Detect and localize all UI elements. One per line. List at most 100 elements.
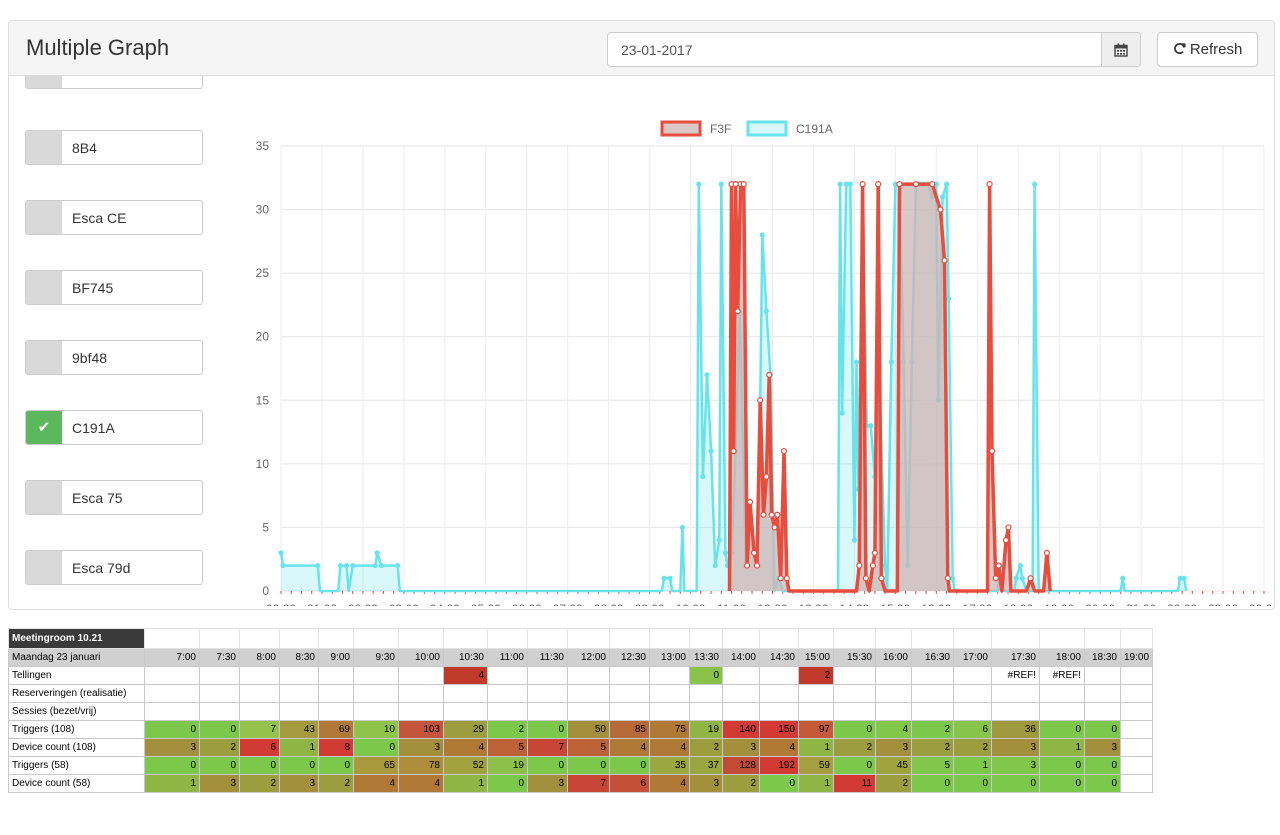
sheet-cell: 16:30: [911, 648, 954, 667]
checkmark-icon[interactable]: ✔: [26, 411, 62, 444]
sheet-cell: [722, 666, 760, 685]
data-point: [679, 524, 685, 531]
data-point: [378, 562, 384, 569]
sheet-cell: 4: [875, 720, 912, 739]
sheet-cell: 2: [689, 738, 723, 757]
sheet-cell: 12:30: [609, 648, 650, 667]
x-tick-label: 13:00: [798, 602, 828, 606]
sheet-cell: [144, 666, 200, 685]
data-point: [1027, 575, 1034, 582]
sheet-cell: Device count (108): [8, 738, 145, 757]
device-label: C191A: [72, 420, 115, 436]
data-point: [878, 575, 885, 582]
sheet-cell: [199, 702, 240, 721]
data-point: [750, 549, 758, 556]
sheet-cell: 128: [722, 756, 760, 775]
sheet-cell: 0: [759, 774, 799, 793]
legend-label: F3F: [710, 122, 731, 136]
sheet-cell: 85: [609, 720, 650, 739]
legend-label: C191A: [796, 122, 833, 136]
sheet-cell: 0: [144, 720, 200, 739]
sheet-cell: [759, 684, 799, 703]
data-point: [372, 562, 378, 569]
sheet-cell: #REF!: [1039, 666, 1085, 685]
sheet-cell: 0: [833, 756, 876, 775]
device-toggle[interactable]: Esca 79d: [25, 550, 203, 585]
device-toggle[interactable]: Esca CE: [25, 200, 203, 235]
data-point: [912, 181, 919, 188]
sheet-cell: [953, 628, 992, 649]
device-toggle[interactable]: 9bf48: [25, 340, 203, 375]
sheet-cell: 14:30: [759, 648, 799, 667]
data-point: [280, 562, 286, 569]
sheet-cell: 14:00: [722, 648, 760, 667]
panel-header: Multiple Graph 23-01-2017 Refresh: [9, 21, 1274, 76]
sheet-cell: [398, 702, 444, 721]
x-tick-label: 04:00: [430, 602, 460, 606]
sheet-cell: 2: [722, 774, 760, 793]
data-point: [343, 562, 350, 569]
data-point: [661, 575, 667, 581]
data-point: [868, 423, 874, 429]
data-point: [337, 562, 343, 569]
sheet-cell: 0: [1084, 756, 1121, 775]
sheet-cell: [1084, 666, 1121, 685]
data-point: [704, 372, 710, 378]
data-point: [1013, 575, 1019, 581]
x-tick-label: 10:00: [676, 602, 706, 606]
sheet-cell: 1: [798, 738, 834, 757]
sheet-cell: 11:00: [487, 648, 528, 667]
sheet-cell: 9:00: [318, 648, 354, 667]
sheet-cell: [953, 666, 992, 685]
sheet-cell: [953, 702, 992, 721]
data-point: [768, 511, 775, 518]
sheet-cell: [609, 702, 650, 721]
device-toggle[interactable]: BF745: [25, 270, 203, 305]
sheet-cell: [239, 666, 280, 685]
sheet-cell: [487, 684, 528, 703]
sheet-cell: [279, 628, 319, 649]
checkbox-icon[interactable]: [26, 481, 62, 514]
data-point: [730, 448, 737, 455]
device-toggle[interactable]: ✔ C191A: [25, 410, 203, 445]
sheet-cell: 97: [798, 720, 834, 739]
sheet-cell: 1: [443, 774, 488, 793]
sheet-cell: 0: [144, 756, 200, 775]
sheet-cell: 2: [239, 774, 280, 793]
date-value: 23-01-2017: [621, 42, 693, 58]
sheet-cell: 140: [722, 720, 760, 739]
date-field[interactable]: 23-01-2017: [607, 32, 1141, 67]
checkbox-icon[interactable]: [26, 341, 62, 374]
device-toggle[interactable]: 8B4: [25, 130, 203, 165]
data-point: [1017, 562, 1023, 569]
device-toggle-partial[interactable]: [25, 76, 203, 89]
device-toggle[interactable]: Esca 75: [25, 480, 203, 515]
sheet-cell: Sessies (bezet/vrij): [8, 702, 145, 721]
sheet-cell: [1119, 738, 1154, 757]
sheet-cell: 15:00: [798, 648, 834, 667]
sheet-cell: 59: [798, 756, 834, 775]
x-tick-label: 02:00: [348, 602, 378, 606]
sheet-cell: 19: [689, 720, 723, 739]
sheet-cell: [527, 666, 568, 685]
checkbox-icon[interactable]: [26, 271, 62, 304]
data-point: [862, 575, 869, 582]
sheet-cell: 0: [199, 756, 240, 775]
checkbox-icon[interactable]: [26, 551, 62, 584]
sheet-cell: [1084, 628, 1121, 649]
data-point: [929, 181, 936, 188]
checkbox-icon[interactable]: [26, 201, 62, 234]
refresh-button[interactable]: Refresh: [1157, 32, 1258, 67]
data-point: [746, 498, 754, 506]
data-point: [941, 257, 948, 264]
data-point: [712, 562, 718, 569]
device-label: 8B4: [72, 140, 97, 156]
sheet-cell: [689, 702, 723, 721]
sheet-cell: 2: [199, 738, 240, 757]
data-point: [740, 181, 747, 188]
checkbox-icon[interactable]: [26, 131, 62, 164]
data-point: [856, 562, 863, 569]
device-list: 8B4 Esca CE BF745 9bf48 ✔ C191A Esca 75 Esca 79…: [9, 76, 219, 609]
calendar-icon[interactable]: [1101, 33, 1140, 66]
data-point: [766, 371, 773, 378]
